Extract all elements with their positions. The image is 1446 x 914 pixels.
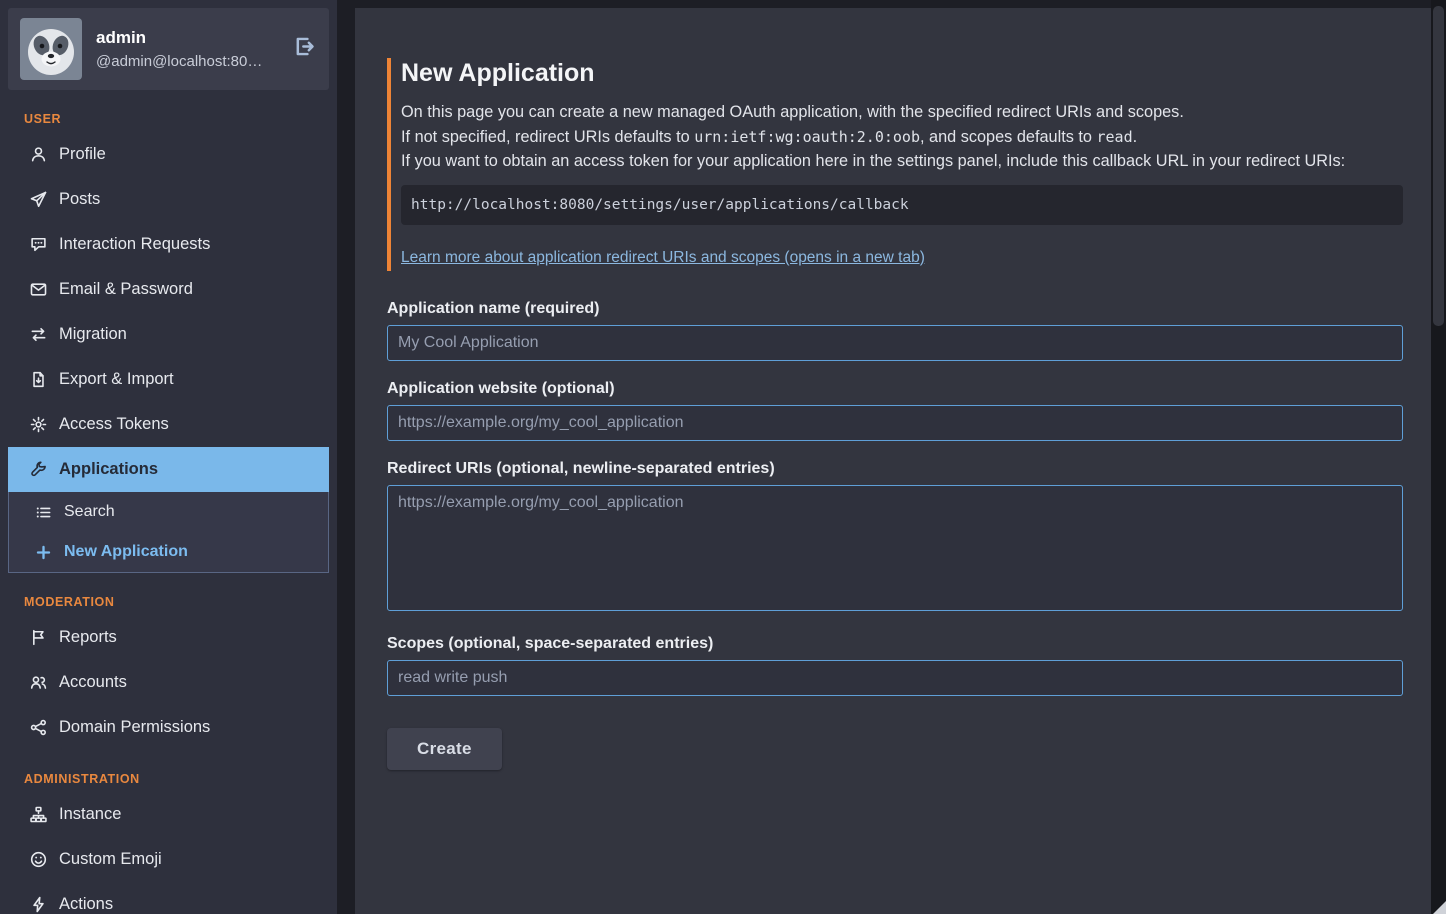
file-export-icon xyxy=(28,371,48,388)
oob-code: urn:ietf:wg:oauth:2.0:oob xyxy=(694,128,920,146)
user-card[interactable]: admin @admin@localhost:80… xyxy=(8,8,329,90)
sidebar-item-instance[interactable]: Instance xyxy=(8,792,329,837)
bolt-icon xyxy=(28,896,48,913)
sitemap-icon xyxy=(28,806,48,823)
learn-more-link[interactable]: Learn more about application redirect UR… xyxy=(401,249,925,266)
sidebar-item-reports[interactable]: Reports xyxy=(8,615,329,660)
sidebar-item-label: Profile xyxy=(59,145,106,164)
sidebar-item-applications[interactable]: Applications xyxy=(8,447,329,492)
transfer-arrows-icon xyxy=(28,326,48,343)
logout-icon[interactable] xyxy=(293,36,315,63)
submenu-item-new-application[interactable]: New Application xyxy=(9,532,328,572)
sidebar-item-label: Export & Import xyxy=(59,370,174,389)
avatar xyxy=(20,18,82,80)
callback-url-code-block: http://localhost:8080/settings/user/appl… xyxy=(401,185,1403,225)
flag-icon xyxy=(28,629,48,646)
sidebar-item-migration[interactable]: Migration xyxy=(8,312,329,357)
submenu-item-label: New Application xyxy=(64,543,188,561)
wrench-icon xyxy=(28,461,48,478)
intro-section: New Application On this page you can cre… xyxy=(387,58,1403,271)
sidebar-item-access-tokens[interactable]: Access Tokens xyxy=(8,402,329,447)
sidebar-item-email-password[interactable]: Email & Password xyxy=(8,267,329,312)
sidebar-item-accounts[interactable]: Accounts xyxy=(8,660,329,705)
token-sun-icon xyxy=(28,416,48,433)
sidebar-item-label: Migration xyxy=(59,325,127,344)
user-icon xyxy=(28,146,48,163)
callback-url: http://localhost:8080/settings/user/appl… xyxy=(411,197,909,213)
vertical-scrollbar[interactable] xyxy=(1431,0,1446,914)
intro-line-1: On this page you can create a new manage… xyxy=(401,100,1403,125)
paper-plane-icon xyxy=(28,191,48,208)
application-name-label: Application name (required) xyxy=(387,299,1403,319)
sidebar: admin @admin@localhost:80… USER Profile … xyxy=(0,0,337,914)
submenu-item-search[interactable]: Search xyxy=(9,492,328,532)
read-code: read xyxy=(1096,128,1132,146)
sidebar-item-label: Custom Emoji xyxy=(59,850,162,869)
sidebar-item-label: Reports xyxy=(59,628,117,647)
application-website-field: Application website (optional) xyxy=(387,379,1403,441)
sidebar-item-label: Access Tokens xyxy=(59,415,169,434)
user-handle: @admin@localhost:80… xyxy=(96,53,262,70)
smiley-icon xyxy=(28,851,48,868)
sidebar-item-profile[interactable]: Profile xyxy=(8,132,329,177)
envelope-icon xyxy=(28,281,48,298)
sidebar-item-custom-emoji[interactable]: Custom Emoji xyxy=(8,837,329,882)
section-header-moderation: MODERATION xyxy=(24,595,329,609)
section-header-user: USER xyxy=(24,112,329,126)
scrollbar-thumb[interactable] xyxy=(1433,6,1444,326)
applications-submenu: Search New Application xyxy=(8,492,329,573)
sidebar-item-label: Interaction Requests xyxy=(59,235,210,254)
sidebar-item-posts[interactable]: Posts xyxy=(8,177,329,222)
application-website-input[interactable] xyxy=(387,405,1403,441)
scopes-input[interactable] xyxy=(387,660,1403,696)
main-panel: New Application On this page you can cre… xyxy=(355,8,1431,914)
list-icon xyxy=(33,504,53,521)
section-header-administration: ADMINISTRATION xyxy=(24,772,329,786)
application-website-label: Application website (optional) xyxy=(387,379,1403,399)
intro-line-2: If not specified, redirect URIs defaults… xyxy=(401,125,1403,150)
resize-corner-icon xyxy=(1433,901,1446,914)
scopes-label: Scopes (optional, space-separated entrie… xyxy=(387,634,1403,654)
submenu-item-label: Search xyxy=(64,503,115,521)
sidebar-item-domain-permissions[interactable]: Domain Permissions xyxy=(8,705,329,750)
sidebar-item-interaction-requests[interactable]: Interaction Requests xyxy=(8,222,329,267)
create-button[interactable]: Create xyxy=(387,728,502,770)
sidebar-item-label: Applications xyxy=(59,460,158,479)
plus-icon xyxy=(33,544,53,561)
page-title: New Application xyxy=(401,58,1403,88)
sidebar-item-label: Email & Password xyxy=(59,280,193,299)
sidebar-item-actions[interactable]: Actions xyxy=(8,882,329,914)
user-name: admin xyxy=(96,28,262,48)
redirect-uris-label: Redirect URIs (optional, newline-separat… xyxy=(387,459,1403,479)
redirect-uris-textarea[interactable] xyxy=(387,485,1403,611)
redirect-uris-field: Redirect URIs (optional, newline-separat… xyxy=(387,459,1403,616)
intro-line-3: If you want to obtain an access token fo… xyxy=(401,149,1403,174)
share-nodes-icon xyxy=(28,719,48,736)
application-name-input[interactable] xyxy=(387,325,1403,361)
sidebar-item-export-import[interactable]: Export & Import xyxy=(8,357,329,402)
sidebar-item-label: Posts xyxy=(59,190,100,209)
new-application-form: Application name (required) Application … xyxy=(387,299,1403,770)
sidebar-item-label: Actions xyxy=(59,895,113,914)
scopes-field: Scopes (optional, space-separated entrie… xyxy=(387,634,1403,696)
sidebar-item-label: Accounts xyxy=(59,673,127,692)
application-name-field: Application name (required) xyxy=(387,299,1403,361)
sidebar-item-label: Domain Permissions xyxy=(59,718,210,737)
speech-bubble-icon xyxy=(28,236,48,253)
sidebar-item-label: Instance xyxy=(59,805,121,824)
users-icon xyxy=(28,674,48,691)
